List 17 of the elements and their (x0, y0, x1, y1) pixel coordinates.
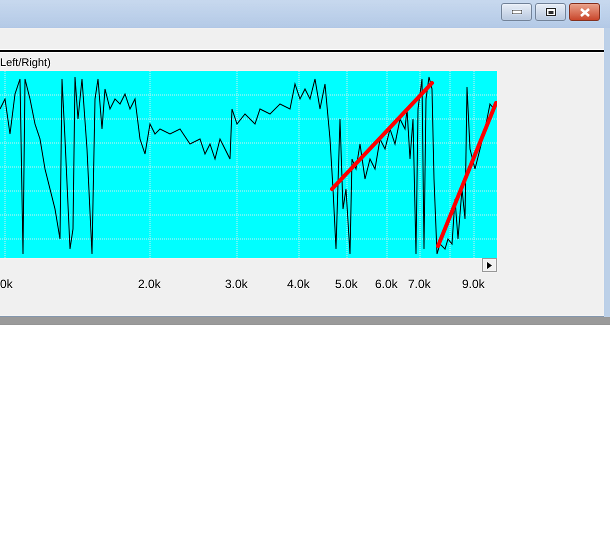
axis-tick-label: 6.0k (375, 277, 398, 291)
axis-tick-label: 2.0k (138, 277, 161, 291)
maximize-icon (546, 8, 556, 16)
axis-tick-label: 7.0k (408, 277, 431, 291)
chart-title: Left/Right) (0, 56, 51, 71)
scroll-right-button[interactable] (482, 258, 497, 272)
axis-tick-label: 0k (0, 277, 13, 291)
axis-tick-label: 4.0k (287, 277, 310, 291)
minimize-icon (512, 10, 522, 14)
axis-tick-label: 5.0k (335, 277, 358, 291)
close-icon (580, 8, 590, 16)
maximize-button[interactable] (535, 3, 566, 21)
axis-tick-label: 9.0k (462, 277, 485, 291)
axis-tick-label: 3.0k (225, 277, 248, 291)
right-triangle-icon (487, 262, 492, 268)
close-button[interactable] (569, 3, 600, 21)
minimize-button[interactable] (501, 3, 532, 21)
